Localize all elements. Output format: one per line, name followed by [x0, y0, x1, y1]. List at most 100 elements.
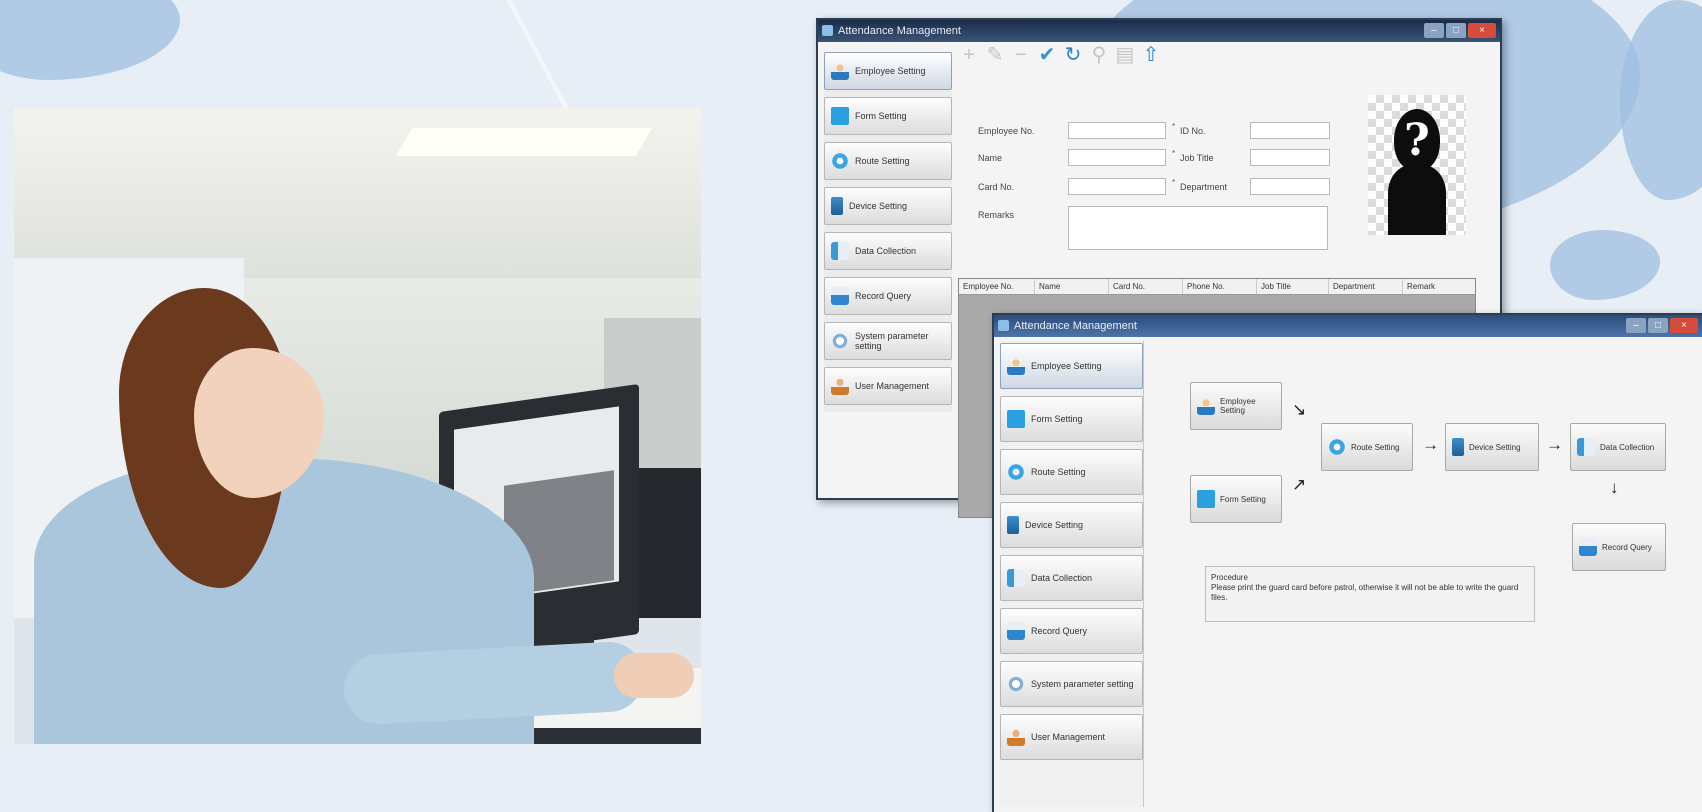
minimize-button[interactable]: –: [1424, 23, 1444, 38]
flow-route-setting-button[interactable]: Route Setting: [1321, 423, 1413, 471]
edit-icon[interactable]: ✎: [984, 42, 1006, 68]
sidebar-item-system-parameter[interactable]: System parameter setting: [1000, 661, 1143, 707]
sidebar-item-form-setting[interactable]: Form Setting: [824, 97, 952, 135]
flow-employee-setting-button[interactable]: Employee Setting: [1190, 382, 1282, 430]
arrow-right-icon: →: [1422, 435, 1439, 454]
add-icon[interactable]: +: [958, 42, 980, 68]
up-icon[interactable]: ⇧: [1140, 42, 1162, 68]
column-header[interactable]: Department: [1329, 279, 1403, 294]
check-icon[interactable]: ✔: [1036, 42, 1058, 68]
column-header[interactable]: Phone No.: [1183, 279, 1257, 294]
employee-no-field[interactable]: [1068, 122, 1166, 139]
sidebar-item-user-management[interactable]: User Management: [824, 367, 952, 405]
sidebar: Employee Setting Form Setting Route Sett…: [1000, 341, 1144, 807]
report-icon: [1579, 538, 1597, 556]
sidebar-item-employee-setting[interactable]: Employee Setting: [1000, 343, 1143, 389]
sidebar-item-device-setting[interactable]: Device Setting: [824, 187, 952, 225]
gear-icon: [1007, 463, 1025, 481]
sidebar-item-form-setting[interactable]: Form Setting: [1000, 396, 1143, 442]
remarks-label: Remarks: [978, 210, 1015, 220]
app-icon: [822, 25, 833, 36]
sidebar-item-employee-setting[interactable]: Employee Setting: [824, 52, 952, 90]
card-no-label: Card No.: [978, 182, 1015, 192]
window-titlebar: Attendance Management – □ ×: [818, 20, 1500, 42]
procedure-note: Procedure Please print the guard card be…: [1205, 566, 1535, 622]
sidebar-item-device-setting[interactable]: Device Setting: [1000, 502, 1143, 548]
report-icon: [831, 287, 849, 305]
arrow-down-right-icon: ↘: [1292, 400, 1307, 419]
window-titlebar: Attendance Management – □ ×: [994, 315, 1702, 337]
app-icon: [998, 320, 1009, 331]
device-icon: [831, 197, 843, 215]
parameter-icon: [831, 332, 849, 350]
document-icon: [1007, 569, 1025, 587]
person-silhouette-icon: ?: [1388, 109, 1446, 235]
person-icon: [1197, 397, 1215, 415]
card-icon: [1197, 490, 1215, 508]
column-header[interactable]: Card No.: [1109, 279, 1183, 294]
employee-form: Employee No. * Name * Card No. * Remarks…: [958, 78, 1436, 258]
toolbar: + ✎ − ✔ ↻ ⚲ ▤ ⇧: [958, 42, 1162, 68]
card-no-field[interactable]: [1068, 178, 1166, 195]
refresh-icon[interactable]: ↻: [1062, 42, 1084, 68]
office-worker-photo: [14, 108, 701, 744]
map-blob: [1550, 230, 1660, 300]
window-title: Attendance Management: [1014, 320, 1137, 332]
sidebar-item-data-collection[interactable]: Data Collection: [824, 232, 952, 270]
sidebar-item-record-query[interactable]: Record Query: [1000, 608, 1143, 654]
arrow-down-icon: ↓: [1610, 478, 1619, 497]
column-header[interactable]: Employee No.: [959, 279, 1035, 294]
device-icon: [1007, 516, 1019, 534]
procedure-body: Please print the guard card before patro…: [1211, 583, 1519, 602]
remarks-field[interactable]: [1068, 206, 1328, 250]
window-title: Attendance Management: [838, 25, 961, 37]
name-field[interactable]: [1068, 149, 1166, 166]
report-icon: [1007, 622, 1025, 640]
minimize-button[interactable]: –: [1626, 318, 1646, 333]
delete-icon[interactable]: −: [1010, 42, 1032, 68]
column-header[interactable]: Name: [1035, 279, 1109, 294]
map-blob: [1620, 0, 1702, 200]
flow-device-setting-button[interactable]: Device Setting: [1445, 423, 1539, 471]
gear-icon: [831, 152, 849, 170]
arrow-up-right-icon: ↗: [1292, 475, 1307, 494]
person-icon: [831, 62, 849, 80]
person-icon: [1007, 357, 1025, 375]
map-blob: [0, 0, 180, 80]
user-icon: [831, 377, 849, 395]
name-label: Name: [978, 153, 1003, 163]
sidebar-item-system-parameter[interactable]: System parameter setting: [824, 322, 952, 360]
table-header: Employee No. Name Card No. Phone No. Job…: [959, 279, 1475, 295]
arrow-right-icon: →: [1546, 435, 1563, 454]
employee-photo[interactable]: ?: [1368, 95, 1466, 235]
sidebar-item-route-setting[interactable]: Route Setting: [824, 142, 952, 180]
sidebar-item-route-setting[interactable]: Route Setting: [1000, 449, 1143, 495]
maximize-button[interactable]: □: [1648, 318, 1668, 333]
close-button[interactable]: ×: [1468, 23, 1496, 38]
maximize-button[interactable]: □: [1446, 23, 1466, 38]
employee-no-label: Employee No.: [978, 126, 1035, 136]
id-no-field[interactable]: [1250, 122, 1330, 139]
card-icon: [1007, 410, 1025, 428]
sidebar-item-record-query[interactable]: Record Query: [824, 277, 952, 315]
flow-record-query-button[interactable]: Record Query: [1572, 523, 1666, 571]
job-title-field[interactable]: [1250, 149, 1330, 166]
search-icon[interactable]: ⚲: [1088, 42, 1110, 68]
close-button[interactable]: ×: [1670, 318, 1698, 333]
job-title-label: Job Title: [1180, 153, 1214, 163]
column-header[interactable]: Remark: [1403, 279, 1475, 294]
device-icon: [1452, 438, 1464, 456]
flow-data-collection-button[interactable]: Data Collection: [1570, 423, 1666, 471]
id-no-label: ID No.: [1180, 126, 1206, 136]
user-icon: [1007, 728, 1025, 746]
print-icon[interactable]: ▤: [1114, 42, 1136, 68]
document-icon: [831, 242, 849, 260]
parameter-icon: [1007, 675, 1025, 693]
column-header[interactable]: Job Title: [1257, 279, 1329, 294]
sidebar-item-data-collection[interactable]: Data Collection: [1000, 555, 1143, 601]
flow-form-setting-button[interactable]: Form Setting: [1190, 475, 1282, 523]
sidebar-item-user-management[interactable]: User Management: [1000, 714, 1143, 760]
gear-icon: [1328, 438, 1346, 456]
document-icon: [1577, 438, 1595, 456]
department-field[interactable]: [1250, 178, 1330, 195]
